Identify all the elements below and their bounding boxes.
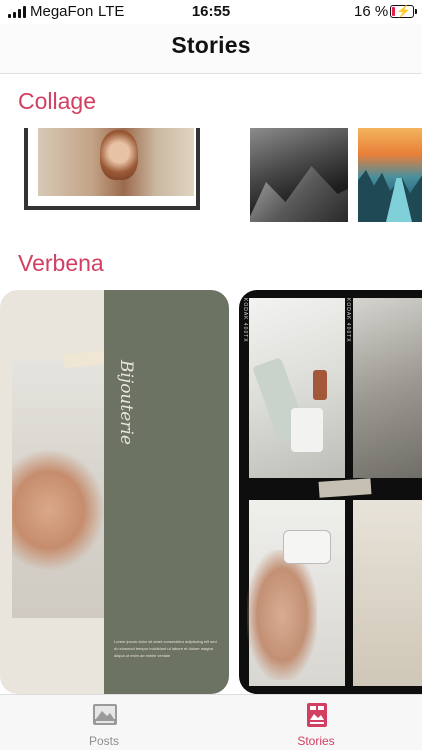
cosmetic-jar-image (291, 408, 323, 452)
template-preview-image (12, 360, 104, 618)
tab-posts[interactable]: Posts (54, 701, 154, 750)
page-title: Stories (171, 32, 251, 58)
section-title-collage: Collage (18, 88, 96, 114)
mountain-image (250, 166, 348, 222)
template-preview-image (38, 128, 194, 196)
navigation-bar: Stories (0, 24, 422, 74)
verbena-template-card[interactable]: Bijouterie Lorem ipsum dolor sit amet co… (0, 290, 229, 694)
tab-label: Posts (88, 734, 119, 748)
card-body-text: Lorem ipsum dolor sit amet consectetur a… (114, 639, 217, 658)
verbena-template-card[interactable]: KODAK 400TX KODAK 400TX (239, 290, 422, 694)
tab-stories[interactable]: Stories (266, 701, 366, 750)
status-bar: MegaFon LTE 16:55 16 % ⚡ (0, 0, 422, 24)
collage-template-card[interactable] (24, 128, 200, 210)
battery-icon: ⚡ (390, 4, 417, 18)
cream-jar-image (283, 530, 331, 564)
collage-template-card[interactable] (358, 128, 422, 222)
portrait-image (100, 130, 138, 180)
section-title-verbena: Verbena (18, 250, 104, 276)
serum-bottle-image (313, 370, 327, 400)
tab-label: Stories (297, 734, 335, 748)
verbena-template-carousel[interactable]: Bijouterie Lorem ipsum dolor sit amet co… (0, 290, 422, 694)
battery-level (392, 7, 395, 16)
battery-percent: 16 % (354, 3, 389, 20)
image-icon (93, 704, 117, 725)
card-script-text: Bijouterie (116, 360, 136, 445)
product-photo (353, 500, 422, 686)
charging-icon: ⚡ (396, 4, 411, 18)
film-strip-text: KODAK 400TX (242, 298, 248, 343)
film-strip-text: KODAK 400TX (345, 298, 351, 343)
collage-template-card[interactable] (250, 128, 348, 222)
hands-image (12, 450, 104, 570)
product-photo (353, 298, 422, 478)
collage-template-carousel[interactable] (0, 128, 422, 224)
hand-image (247, 550, 317, 680)
story-icon (307, 703, 327, 727)
tab-bar: Posts Stories (0, 694, 422, 750)
